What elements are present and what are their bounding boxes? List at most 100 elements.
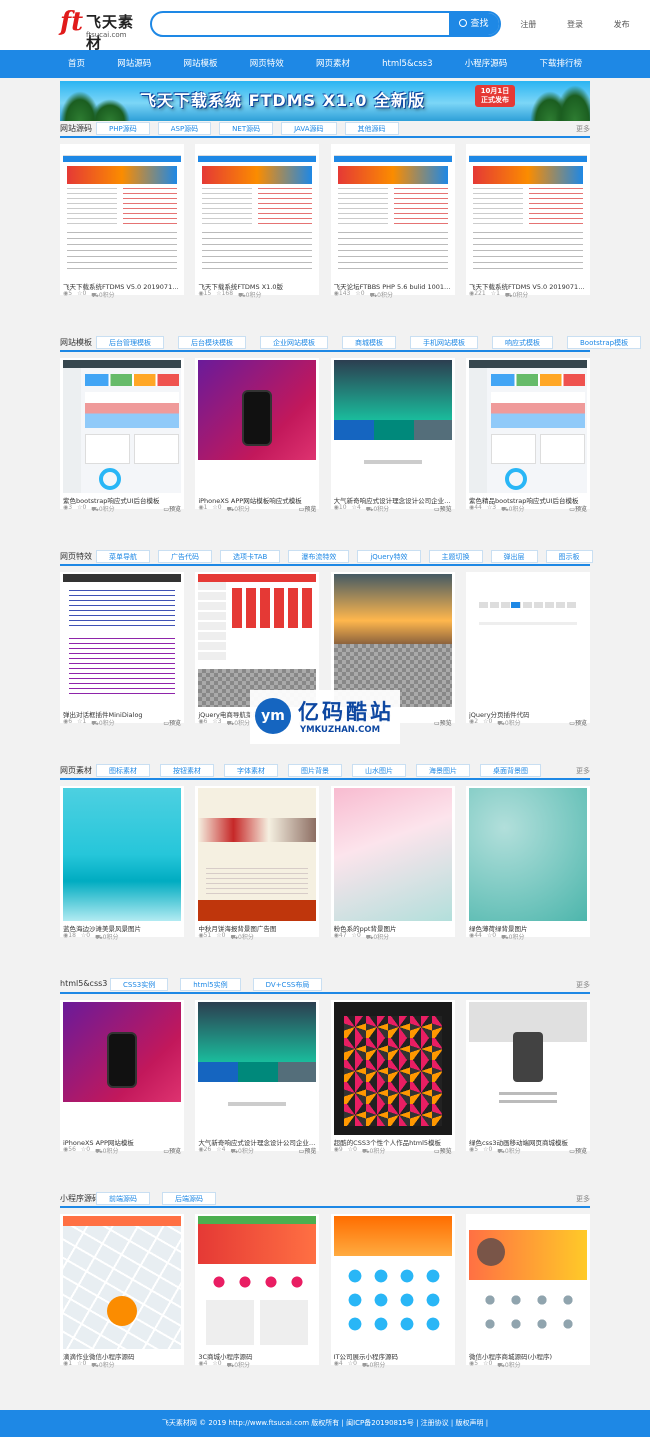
resource-card[interactable]: 飞天下载系统FTDMS V5.0 20190713(... ◉221 ☆1 ⛟0积分: [465, 144, 590, 299]
section-tag[interactable]: 字体素材: [224, 764, 278, 777]
nav-item[interactable]: 小程序源码: [457, 50, 516, 78]
preview-button[interactable]: ▭预览: [299, 504, 317, 513]
section-more-link[interactable]: 更多: [576, 1194, 590, 1204]
section-tag[interactable]: PHP源码: [96, 122, 150, 135]
section-tag[interactable]: CSS3实例: [110, 978, 169, 991]
resource-card[interactable]: 超酷的CSS3个性个人作品html5模板 ◉9 ☆0 ⛟0积分 ▭预览: [330, 1000, 455, 1155]
section-tag[interactable]: 桌面背景图: [480, 764, 541, 777]
thumbnail-image[interactable]: [63, 360, 181, 493]
thumbnail-image[interactable]: [333, 146, 452, 279]
resource-card[interactable]: IT公司展示小程序源码 ◉4 ☆0 ⛟0积分: [330, 1214, 455, 1369]
section-title[interactable]: 网页素材: [60, 765, 92, 776]
thumbnail-image[interactable]: [333, 574, 452, 707]
publish-link[interactable]: 发布: [614, 19, 630, 33]
section-tag[interactable]: ASP源码: [157, 122, 212, 135]
section-tag[interactable]: 后台模块模板: [178, 336, 246, 349]
section-tag[interactable]: 图片背景: [288, 764, 342, 777]
resource-card[interactable]: 绿色薄荷绿背景图片 ◉44 ☆0 ⛟0积分: [465, 786, 590, 941]
section-tag[interactable]: 广告代码: [158, 550, 212, 563]
section-more-link[interactable]: 更多: [576, 766, 590, 776]
nav-item[interactable]: 首页: [60, 50, 93, 78]
section-tag[interactable]: 山水图片: [352, 764, 406, 777]
section-tag[interactable]: 菜单导航: [96, 550, 150, 563]
section-more-link[interactable]: 更多: [576, 980, 590, 990]
preview-button[interactable]: ▭预览: [163, 1146, 181, 1155]
section-tag[interactable]: 前端源码: [96, 1192, 150, 1205]
section-tag[interactable]: 弹出层: [490, 550, 538, 563]
resource-card[interactable]: 紫色bootstrap响应式UI后台模板 ◉3 ☆0 ⛟0积分 ▭预览: [60, 358, 184, 513]
section-tag[interactable]: 其他源码: [344, 122, 399, 135]
thumbnail-image[interactable]: [468, 360, 587, 493]
thumbnail-image[interactable]: [198, 788, 317, 921]
resource-card[interactable]: 飞天下载系统FTDMS X1.0版 ◉15 ☆168 ⛟0积分: [195, 144, 320, 299]
resource-card[interactable]: iPhoneXS APP网站模板 ◉56 ☆0 ⛟0积分 ▭预览: [60, 1000, 184, 1155]
resource-card[interactable]: iPhoneXS APP网站模板响应式模板 ◉1 ☆0 ⛟0积分 ▭预览: [195, 358, 320, 513]
site-logo[interactable]: ft 飞天素材 ftsucai.com: [60, 7, 145, 52]
thumbnail-image[interactable]: [468, 1216, 587, 1349]
section-tag[interactable]: 后台管理模板: [96, 336, 164, 349]
section-tag[interactable]: Bootstrap模板: [567, 336, 642, 349]
section-tag[interactable]: 商城模板: [342, 336, 396, 349]
preview-button[interactable]: ▭预览: [434, 718, 452, 727]
section-tag[interactable]: 瀑布流特效: [288, 550, 350, 563]
thumbnail-image[interactable]: [198, 146, 317, 279]
resource-card[interactable]: jQuery分页插件代码 ◉2 ☆0 ⛟0积分 ▭预览: [465, 572, 590, 727]
section-title[interactable]: 网站源码: [60, 123, 92, 134]
resource-card[interactable]: 3C商城小程序源码 ◉4 ☆0 ⛟0积分: [195, 1214, 320, 1369]
search-button[interactable]: 查找: [449, 13, 499, 35]
thumbnail-image[interactable]: [468, 1002, 587, 1135]
section-tag[interactable]: 手机网站模板: [410, 336, 478, 349]
thumbnail-image[interactable]: [198, 360, 317, 493]
resource-card[interactable]: 紫色精品bootstrap响应式UI后台模板 ◉44 ☆3 ⛟0积分 ▭预览: [465, 358, 590, 513]
preview-button[interactable]: ▭预览: [434, 1146, 452, 1155]
thumbnail-image[interactable]: [198, 1002, 317, 1135]
preview-button[interactable]: ▭预览: [569, 504, 587, 513]
section-tag[interactable]: jQuery特效: [357, 550, 421, 563]
resource-card[interactable]: 飞天下载系统FTDMS V5.0 20190713(... ◉5 ☆0 ⛟0积分: [60, 144, 184, 299]
section-title[interactable]: html5&css3: [60, 979, 107, 988]
resource-card[interactable]: 弹出对话框插件MiniDialog ◉6 ☆1 ⛟0积分 ▭预览: [60, 572, 184, 727]
thumbnail-image[interactable]: [468, 574, 587, 707]
search-input[interactable]: [152, 13, 452, 35]
nav-item[interactable]: 网站模板: [175, 50, 225, 78]
resource-card[interactable]: 大气新奇响应式设计理念设计公司企业模板 ◉26 ☆4 ⛟0积分 ▭预览: [195, 1000, 320, 1155]
section-title[interactable]: 网页特效: [60, 551, 92, 562]
section-tag[interactable]: 响应式模板: [492, 336, 553, 349]
resource-card[interactable]: 飞天论坛FTBBS PHP 5.6 bulid 100120 ◉143 ☆0 ⛟0积分: [330, 144, 455, 299]
login-link[interactable]: 登录: [567, 19, 583, 33]
section-tag[interactable]: NET源码: [219, 122, 274, 135]
resource-card[interactable]: 中秋月饼海报背景图广告图 ◉51 ☆0 ⛟0积分: [195, 786, 320, 941]
section-tag[interactable]: 按钮素材: [160, 764, 214, 777]
nav-item[interactable]: 网站源码: [109, 50, 159, 78]
preview-button[interactable]: ▭预览: [163, 504, 181, 513]
section-tag[interactable]: 图标素材: [96, 764, 150, 777]
thumbnail-image[interactable]: [63, 146, 181, 279]
thumbnail-image[interactable]: [468, 788, 587, 921]
thumbnail-image[interactable]: [63, 1216, 181, 1349]
nav-item[interactable]: 下载排行榜: [531, 50, 590, 78]
preview-button[interactable]: ▭预览: [434, 504, 452, 513]
resource-card[interactable]: 蓝色海边沙滩美景风景图片 ◉18 ☆0 ⛟0积分: [60, 786, 184, 941]
promo-banner[interactable]: 飞天下载系统 FTDMS X1.0 全新版 10月1日 正式发布: [60, 81, 590, 121]
thumbnail-image[interactable]: [333, 1002, 452, 1135]
section-tag[interactable]: 图示板: [545, 550, 593, 563]
thumbnail-image[interactable]: [63, 574, 181, 707]
section-more-link[interactable]: 更多: [576, 124, 590, 134]
section-tag[interactable]: 主题切换: [428, 550, 483, 563]
preview-button[interactable]: ▭预览: [569, 1146, 587, 1155]
section-title[interactable]: 网站模板: [60, 337, 92, 348]
thumbnail-image[interactable]: [198, 1216, 317, 1349]
thumbnail-image[interactable]: [333, 1216, 452, 1349]
section-tag[interactable]: JAVA源码: [281, 122, 337, 135]
preview-button[interactable]: ▭预览: [569, 718, 587, 727]
section-tag[interactable]: DV+CSS布局: [252, 978, 323, 991]
thumbnail-image[interactable]: [333, 788, 452, 921]
register-link[interactable]: 注册: [520, 19, 536, 33]
resource-card[interactable]: 滴滴作业微信小程序源码 ◉1 ☆0 ⛟0积分: [60, 1214, 184, 1369]
nav-item[interactable]: html5&css3: [374, 50, 440, 78]
section-tag[interactable]: 选项卡TAB: [220, 550, 281, 563]
nav-item[interactable]: 网页素材: [308, 50, 358, 78]
nav-item[interactable]: 网页特效: [242, 50, 292, 78]
preview-button[interactable]: ▭预览: [299, 1146, 317, 1155]
thumbnail-image[interactable]: [63, 788, 181, 921]
